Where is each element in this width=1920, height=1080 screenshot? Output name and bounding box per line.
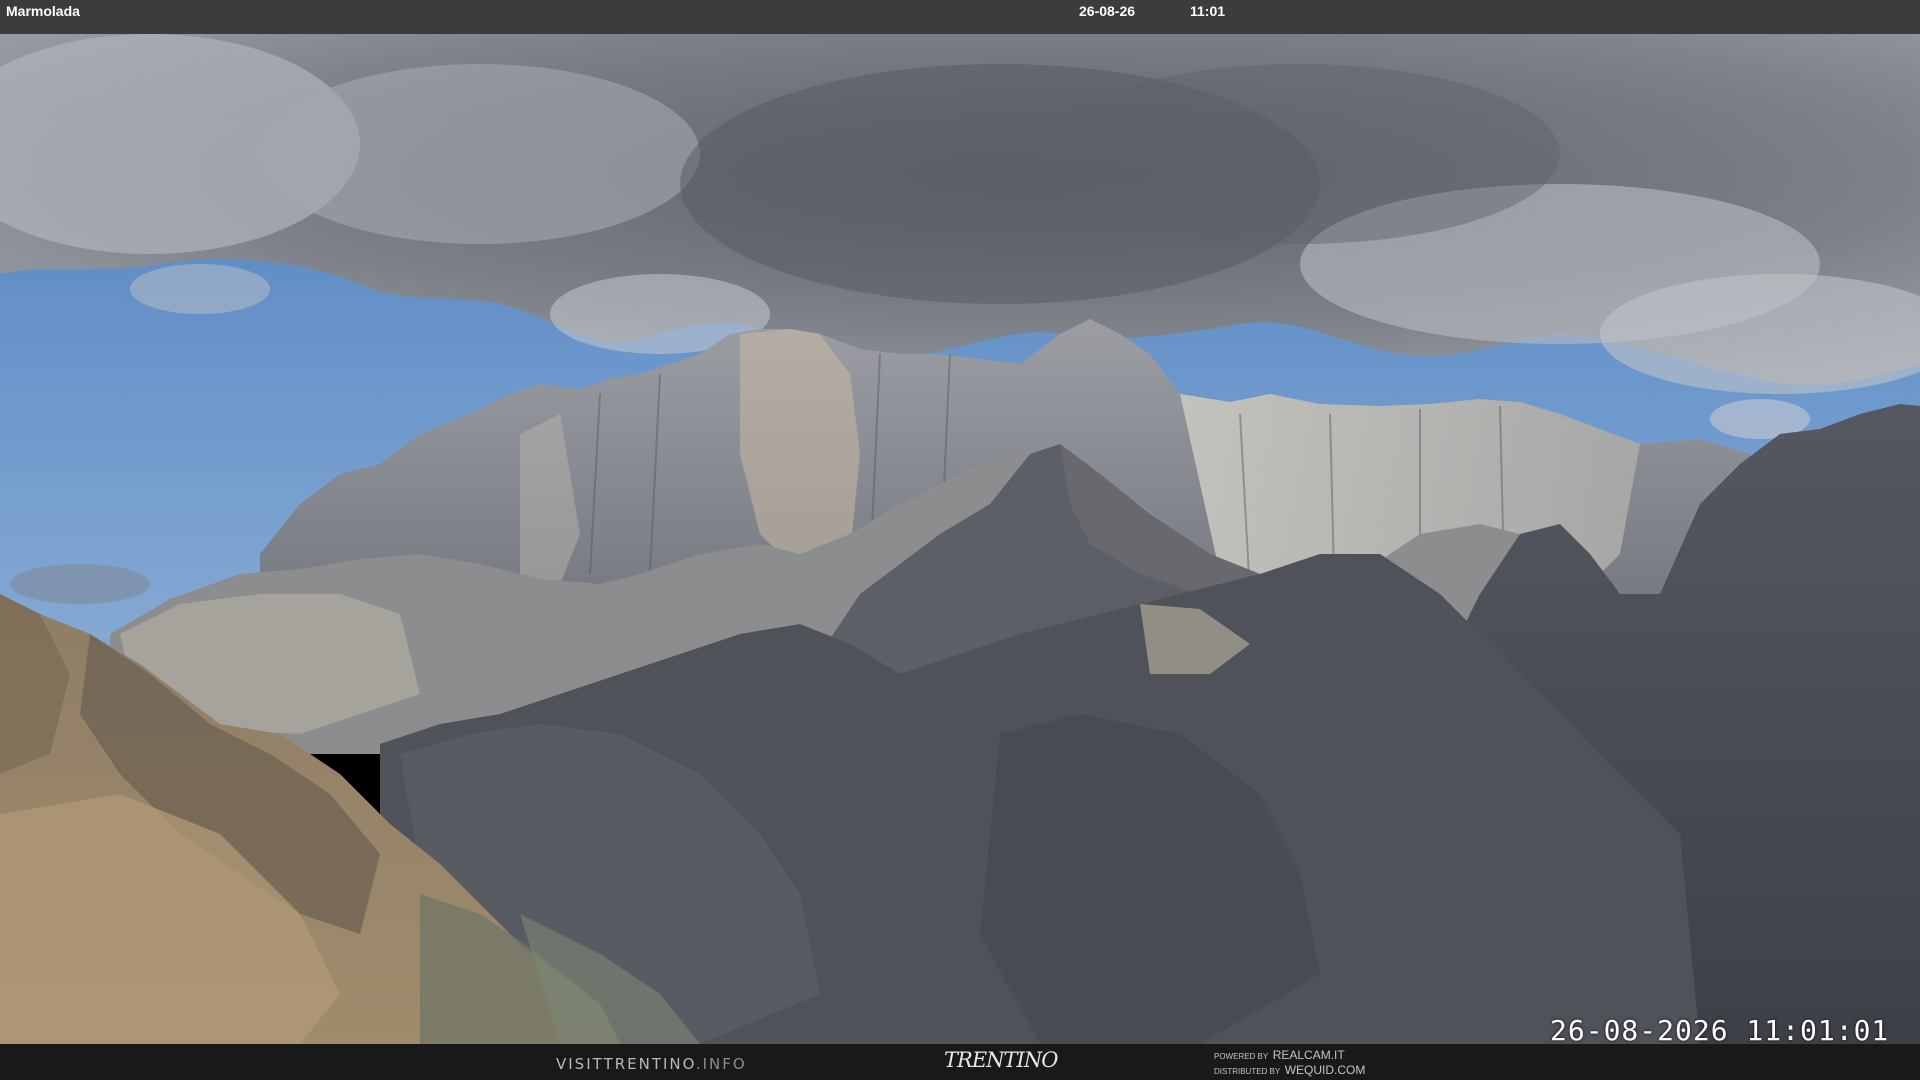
powered-by-prefix: POWERED BY bbox=[1214, 1052, 1269, 1061]
trentino-logo: TRENTINO bbox=[944, 1048, 1058, 1072]
credits-block: POWERED BY REALCAM.IT DISTRIBUTED BY WEQ… bbox=[1214, 1048, 1365, 1078]
mountain-photo bbox=[0, 34, 1920, 1044]
webcam-view: Marmolada 26-08-26 11:01 26-08-2026 11:0… bbox=[0, 0, 1920, 1080]
overlay-timestamp: 26-08-2026 11:01:01 bbox=[1550, 1014, 1890, 1047]
location-name: Marmolada bbox=[6, 3, 80, 19]
visittrentino-suffix: .INFO bbox=[695, 1055, 747, 1073]
sponsor-bar: VISITTRENTINO.INFO TRENTINO POWERED BY R… bbox=[0, 1044, 1920, 1080]
header-date: 26-08-26 bbox=[1079, 3, 1136, 19]
distributed-by-name: WEQUID.COM bbox=[1284, 1063, 1366, 1077]
powered-by-name: REALCAM.IT bbox=[1272, 1048, 1345, 1062]
visittrentino-logo: VISITTRENTINO.INFO bbox=[556, 1055, 747, 1073]
header-time: 11:01 bbox=[1190, 3, 1226, 19]
visittrentino-text: VISITTRENTINO bbox=[556, 1055, 696, 1073]
webcam-title-bar: Marmolada 26-08-26 11:01 bbox=[0, 0, 1920, 35]
distributed-by-prefix: DISTRIBUTED BY bbox=[1214, 1067, 1281, 1076]
